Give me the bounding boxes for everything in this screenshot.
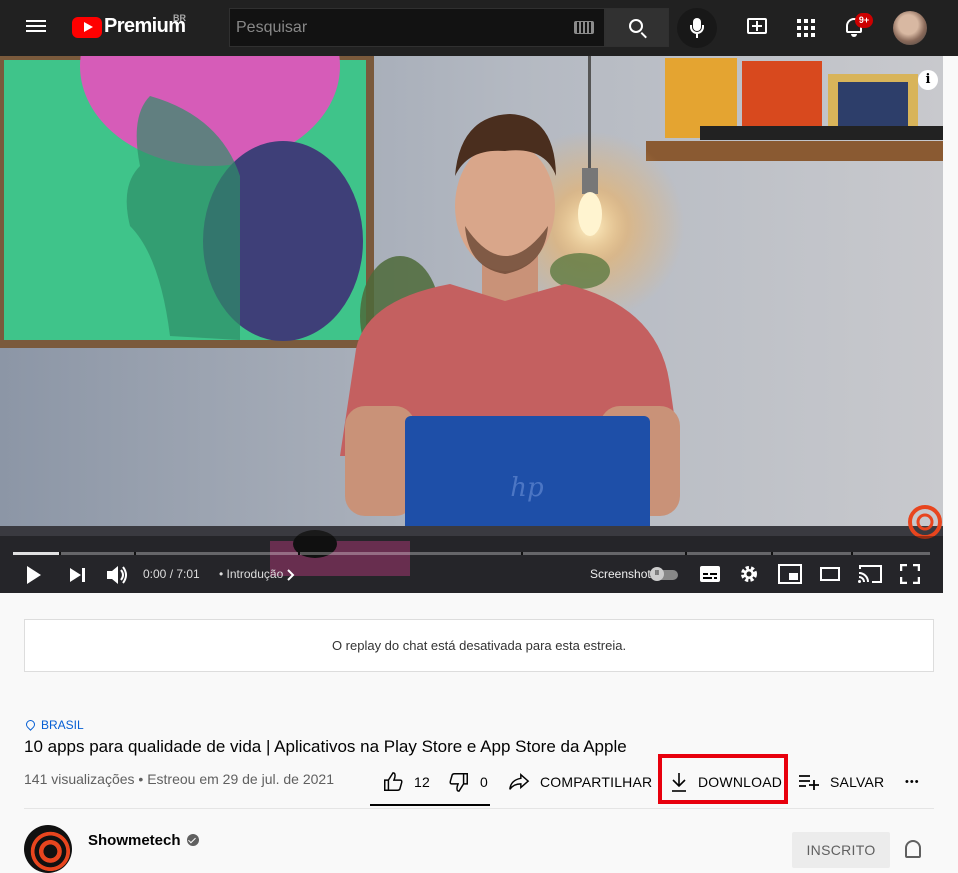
menu-icon[interactable] <box>26 17 46 37</box>
screenshot-label: Screenshot <box>590 567 651 581</box>
share-button[interactable]: COMPARTILHAR <box>508 764 652 800</box>
keyboard-icon[interactable] <box>574 21 594 34</box>
player-controls: 0:00 / 7:01 • Introdução Screenshot <box>0 556 943 593</box>
channel-name: Showmetech <box>88 832 181 849</box>
search-box <box>229 8 605 47</box>
share-label: COMPARTILHAR <box>540 774 653 790</box>
divider <box>24 808 934 809</box>
chat-replay-message: O replay do chat está desativada para es… <box>331 638 627 653</box>
settings-gear-icon[interactable] <box>739 564 759 584</box>
video-actions: 12 0 COMPARTILHAR DOWNLOAD SALVAR ••• <box>370 764 936 806</box>
info-icon[interactable]: i <box>918 70 938 90</box>
create-video-icon[interactable] <box>747 18 767 34</box>
search-input[interactable] <box>230 9 560 46</box>
voice-search-button[interactable] <box>677 8 717 48</box>
search-icon <box>629 19 643 33</box>
top-bar: Premium BR 9+ <box>0 0 958 56</box>
screenshot-toggle[interactable] <box>650 567 678 581</box>
channel-avatar[interactable] <box>24 825 72 873</box>
time-display: 0:00 / 7:01 <box>143 567 200 581</box>
channel-name-link[interactable]: Showmetech <box>88 832 199 849</box>
video-player[interactable]: hp i 0:00 / 7:01 • Introdução Screenshot <box>0 56 943 593</box>
share-arrow-icon <box>509 773 530 790</box>
verified-check-icon <box>186 834 199 846</box>
dislike-count: 0 <box>480 774 488 790</box>
cast-icon[interactable] <box>857 564 883 584</box>
like-button[interactable]: 12 <box>382 764 430 800</box>
search-button[interactable] <box>605 8 669 47</box>
video-frame: hp <box>0 56 943 593</box>
user-avatar[interactable] <box>893 11 927 45</box>
video-meta: 141 visualizações • Estreou em 29 de jul… <box>24 771 334 787</box>
like-dislike-sentiment-bar <box>370 804 490 806</box>
subtitles-icon[interactable] <box>699 565 721 583</box>
youtube-premium-logo[interactable]: Premium BR <box>72 13 192 42</box>
progress-bar[interactable] <box>13 552 930 555</box>
apps-grid-icon[interactable] <box>797 19 815 37</box>
chat-replay-notice: O replay do chat está desativada para es… <box>24 619 934 672</box>
add-to-playlist-icon <box>799 775 819 790</box>
svg-text:hp: hp <box>510 473 544 503</box>
dislike-button[interactable]: 0 <box>448 764 488 800</box>
more-actions-icon[interactable]: ••• <box>905 764 920 800</box>
miniplayer-icon[interactable] <box>778 564 802 584</box>
location-text: BRASIL <box>41 718 84 732</box>
thumbs-down-icon <box>449 773 468 792</box>
theater-mode-icon[interactable] <box>820 567 840 581</box>
location-link[interactable]: BRASIL <box>24 718 84 732</box>
video-title: 10 apps para qualidade de vida | Aplicat… <box>24 737 627 756</box>
youtube-play-logo-icon <box>72 17 102 38</box>
country-code: BR <box>173 13 186 23</box>
chapter-button[interactable]: • Introdução <box>219 567 283 581</box>
save-label: SALVAR <box>830 774 885 790</box>
next-icon[interactable] <box>69 567 87 583</box>
location-pin-icon <box>24 718 37 731</box>
chevron-right-icon[interactable] <box>287 569 295 581</box>
play-icon[interactable] <box>25 565 43 585</box>
like-count: 12 <box>414 774 430 790</box>
notifications-badge: 9+ <box>855 13 873 28</box>
download-highlight-box <box>658 754 788 804</box>
buffered-bar <box>13 552 59 555</box>
fullscreen-icon[interactable] <box>900 564 920 584</box>
volume-icon[interactable] <box>106 564 130 586</box>
save-button[interactable]: SALVAR <box>798 764 884 800</box>
channel-notifications-bell-icon[interactable] <box>905 840 921 858</box>
subscribed-button[interactable]: INSCRITO <box>792 832 890 868</box>
thumbs-up-icon <box>384 772 403 791</box>
